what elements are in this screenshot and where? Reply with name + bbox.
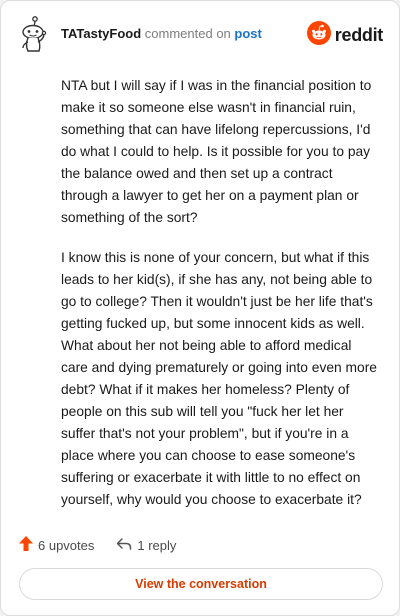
- comment-actions: 6 upvotes 1 reply: [19, 535, 198, 555]
- reddit-brand[interactable]: reddit: [306, 20, 384, 50]
- view-conversation-button[interactable]: View the conversation: [19, 568, 383, 600]
- action-text: commented on: [144, 26, 231, 41]
- comment-paragraph: NTA but I will say if I was in the finan…: [61, 78, 372, 225]
- reply-count: 1 reply: [137, 537, 177, 553]
- upvote-button[interactable]: 6 upvotes: [19, 536, 94, 554]
- upvote-count: 6 upvotes: [38, 537, 95, 553]
- comment-paragraph: I know this is none of your concern, but…: [61, 250, 377, 507]
- snoo-avatar-icon: [17, 15, 57, 55]
- author-name[interactable]: TATastyFood: [61, 26, 141, 41]
- brand-wordmark: reddit: [334, 24, 384, 45]
- byline: TATastyFood commented on post: [61, 26, 262, 42]
- comment-body: NTA but I will say if I was in the finan…: [61, 75, 377, 529]
- comment-card: TATastyFood commented on post reddit NTA…: [0, 0, 400, 616]
- comment-header: TATastyFood commented on post reddit: [17, 15, 383, 55]
- reply-arrow-icon: [116, 537, 137, 554]
- reddit-logo-icon: [306, 20, 331, 50]
- upvote-arrow-icon: [19, 536, 38, 554]
- post-link[interactable]: post: [234, 26, 261, 41]
- reply-button[interactable]: 1 reply: [116, 537, 176, 554]
